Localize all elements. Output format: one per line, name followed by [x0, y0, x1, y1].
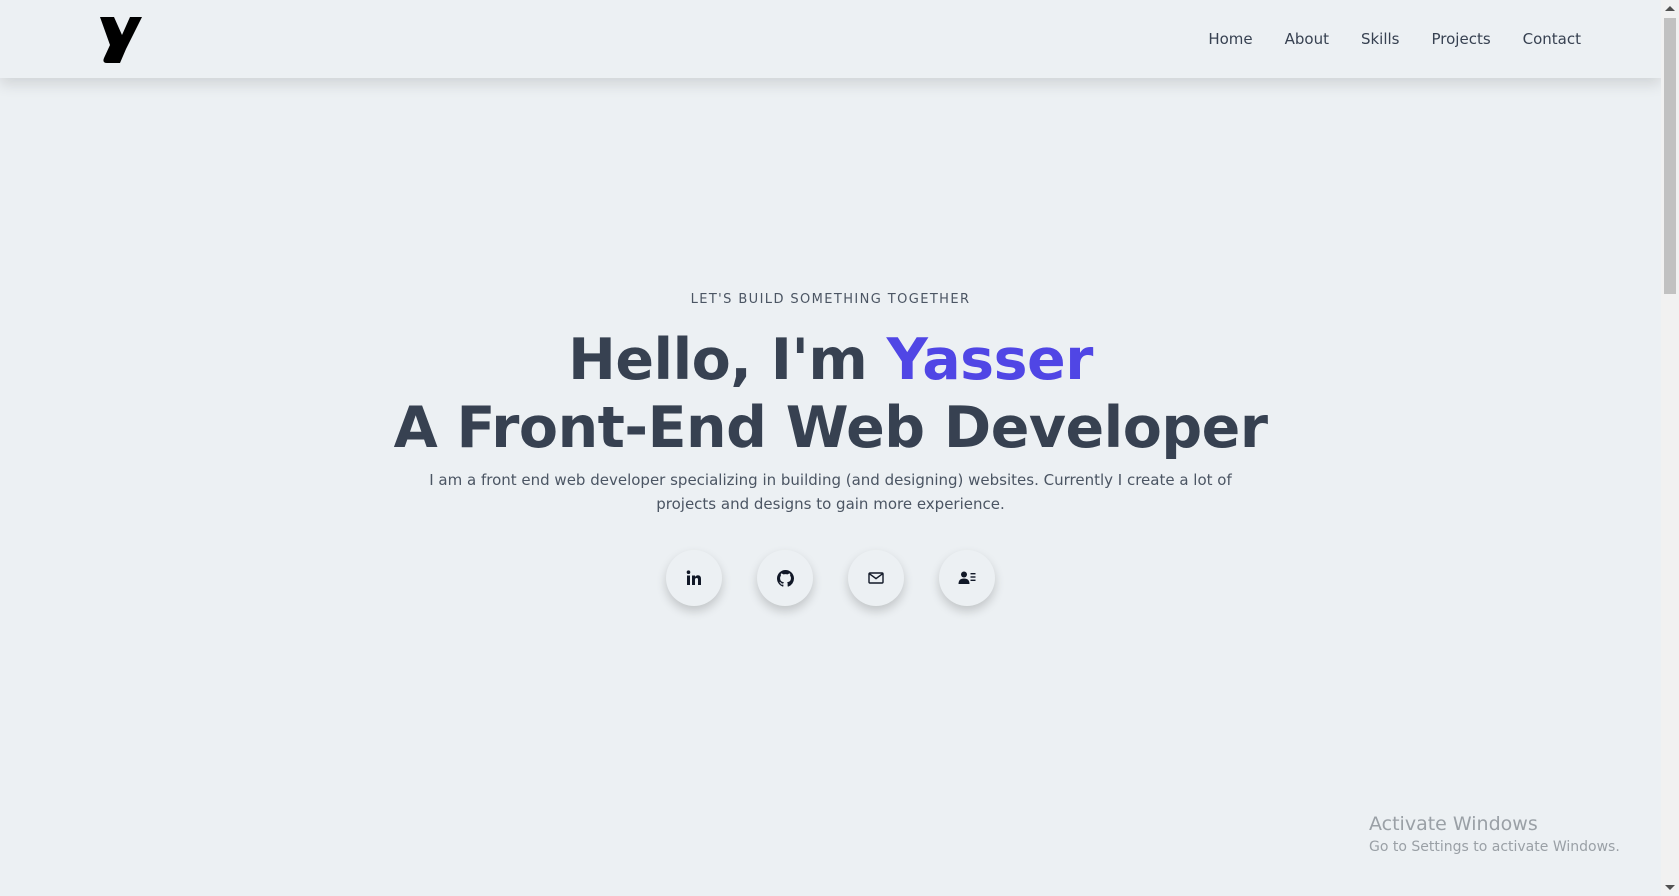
nav-link-projects[interactable]: Projects: [1432, 30, 1491, 48]
scroll-down-icon[interactable]: [1665, 885, 1675, 890]
scroll-up-icon[interactable]: [1665, 6, 1675, 11]
mail-button[interactable]: [848, 550, 904, 606]
nav-links: Home About Skills Projects Contact: [1208, 0, 1581, 78]
vertical-scrollbar[interactable]: [1661, 0, 1679, 896]
contact-card-icon: [958, 570, 976, 586]
nav-link-contact[interactable]: Contact: [1523, 30, 1581, 48]
mail-icon: [868, 571, 884, 585]
linkedin-icon: [686, 570, 702, 586]
watermark-title: Activate Windows: [1369, 813, 1538, 835]
hero-description: I am a front end web developer specializ…: [429, 471, 1232, 513]
github-button[interactable]: [757, 550, 813, 606]
github-icon: [776, 569, 794, 587]
scrollbar-thumb[interactable]: [1664, 18, 1676, 294]
social-links: [0, 550, 1661, 606]
hero-tagline: LET'S BUILD SOMETHING TOGETHER: [690, 292, 971, 307]
hero-name: Yasser: [886, 327, 1094, 393]
hero-greeting: Hello, I'm: [568, 327, 887, 393]
hero-headline: Hello, I'm Yasser A Front-End Web Develo…: [0, 326, 1661, 462]
hero-section: LET'S BUILD SOMETHING TOGETHER Hello, I'…: [0, 292, 1661, 606]
hero-role: A Front-End Web Developer: [393, 395, 1268, 461]
nav-link-skills[interactable]: Skills: [1361, 30, 1400, 48]
windows-activation-watermark: Activate Windows Go to Settings to activ…: [1369, 812, 1620, 858]
linkedin-button[interactable]: [666, 550, 722, 606]
navbar: Home About Skills Projects Contact: [0, 0, 1661, 78]
nav-link-about[interactable]: About: [1285, 30, 1329, 48]
y-logo-icon[interactable]: [100, 15, 142, 63]
contact-card-button[interactable]: [939, 550, 995, 606]
nav-link-home[interactable]: Home: [1208, 30, 1252, 48]
watermark-subtitle: Go to Settings to activate Windows.: [1369, 839, 1620, 855]
